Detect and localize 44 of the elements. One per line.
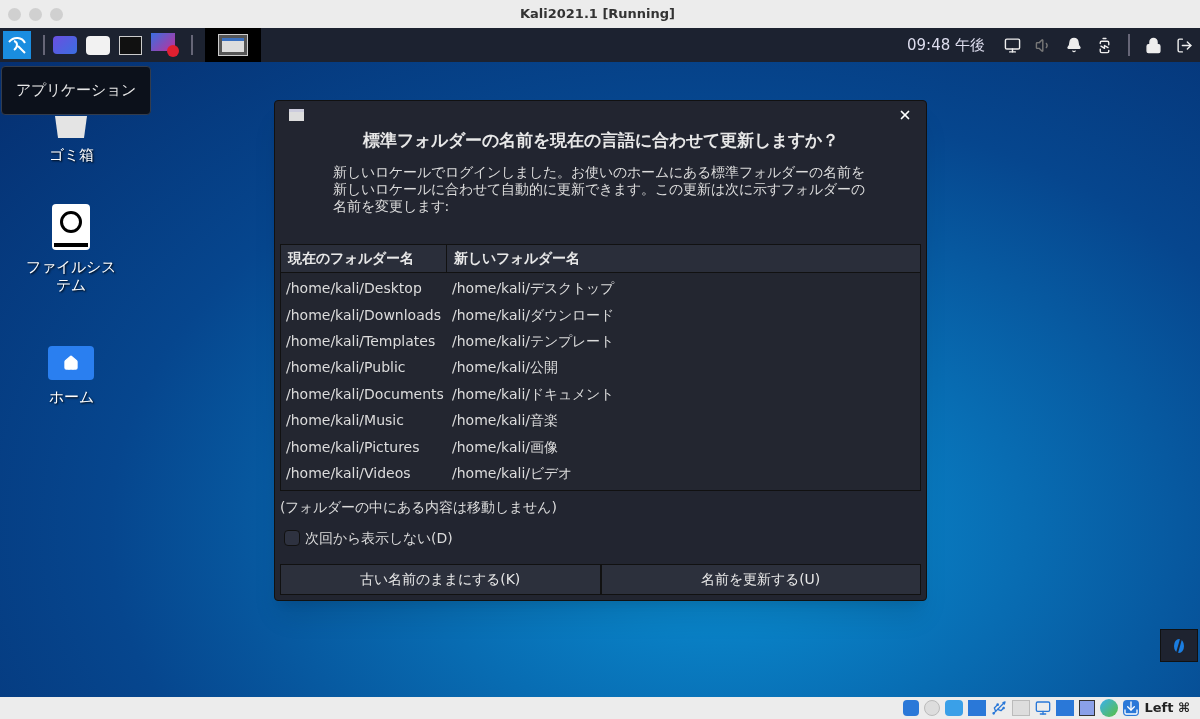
terminal-icon[interactable]: [119, 35, 142, 55]
clock[interactable]: 09:48 午後: [907, 33, 985, 57]
host-key-label: Left ⌘: [1144, 699, 1190, 718]
column-header[interactable]: 新しいフォルダー名: [447, 244, 920, 272]
table-cell-text: /home/kali/ダウンロード: [451, 305, 616, 325]
table-cell-text: /home/kali/ビデオ: [451, 463, 574, 483]
table-cell-text: /home/kali/ドキュメント: [451, 384, 616, 404]
window-icon: [289, 109, 304, 121]
screen-recorder-icon[interactable]: [151, 33, 179, 57]
table-cell-text: /home/kali/画像: [451, 437, 560, 457]
bell-icon[interactable]: [1066, 37, 1082, 53]
display-icon[interactable]: [1004, 36, 1021, 54]
table-cell-text: /home/kali/Downloads: [285, 305, 442, 325]
table-cell-text: /home/kali/Documents: [285, 384, 445, 404]
log-out-icon[interactable]: [1176, 36, 1193, 54]
dialog-button[interactable]: 古い名前のままにする(K): [280, 564, 601, 595]
dialog-button[interactable]: 名前を更新する(U): [600, 564, 921, 595]
dialog-title: 標準フォルダーの名前を現在の言語に合わせて更新しますか？: [361, 129, 840, 152]
table-cell-text: /home/kali/Music: [285, 411, 405, 431]
tray-button[interactable]: [1160, 629, 1198, 662]
checkbox-label[interactable]: 次回から表示しない(D): [305, 527, 453, 549]
table-cell-text: /home/kali/テンプレート: [451, 331, 616, 351]
table-cell-text: /home/kali/デスクトップ: [451, 279, 616, 299]
checkbox[interactable]: [284, 530, 300, 547]
table-cell-text: /home/kali/Templates: [285, 331, 437, 351]
desktop-icon-label[interactable]: ホーム: [21, 388, 121, 406]
table-cell-text: /home/kali/Public: [285, 358, 407, 378]
close-icon[interactable]: [898, 108, 912, 122]
home-folder-icon: [48, 346, 94, 380]
desktop-icon-label[interactable]: ゴミ箱: [21, 146, 121, 164]
table-cell-text: /home/kali/Videos: [285, 463, 412, 483]
drive-icon: [52, 204, 90, 250]
table-cell-text: /home/kali/Pictures: [285, 437, 421, 457]
table-cell-text: /home/kali/Desktop: [285, 279, 423, 299]
column-header[interactable]: 現在のフォルダー名: [281, 244, 447, 272]
desktop-icon-label[interactable]: ファイルシステム: [21, 258, 121, 294]
table-cell-text: /home/kali/公開: [451, 358, 560, 378]
table-cell-text: /home/kali/音楽: [451, 411, 560, 431]
usb-icon[interactable]: [991, 700, 1008, 716]
dialog-message: 新しいロケールでログインしました。お使いのホームにある標準フォルダーの名前を新しいロケールに合わせて自動的に更新できます。この更新は次に示すフォルダーの名前を変更します:: [332, 163, 866, 215]
taskbar-window-button[interactable]: [205, 28, 261, 62]
tooltip: アプリケーション: [1, 66, 151, 115]
note-text: (フォルダーの中にある内容は移動しません): [280, 497, 558, 517]
window-title: Kali2021.1 [Running]: [519, 5, 676, 24]
